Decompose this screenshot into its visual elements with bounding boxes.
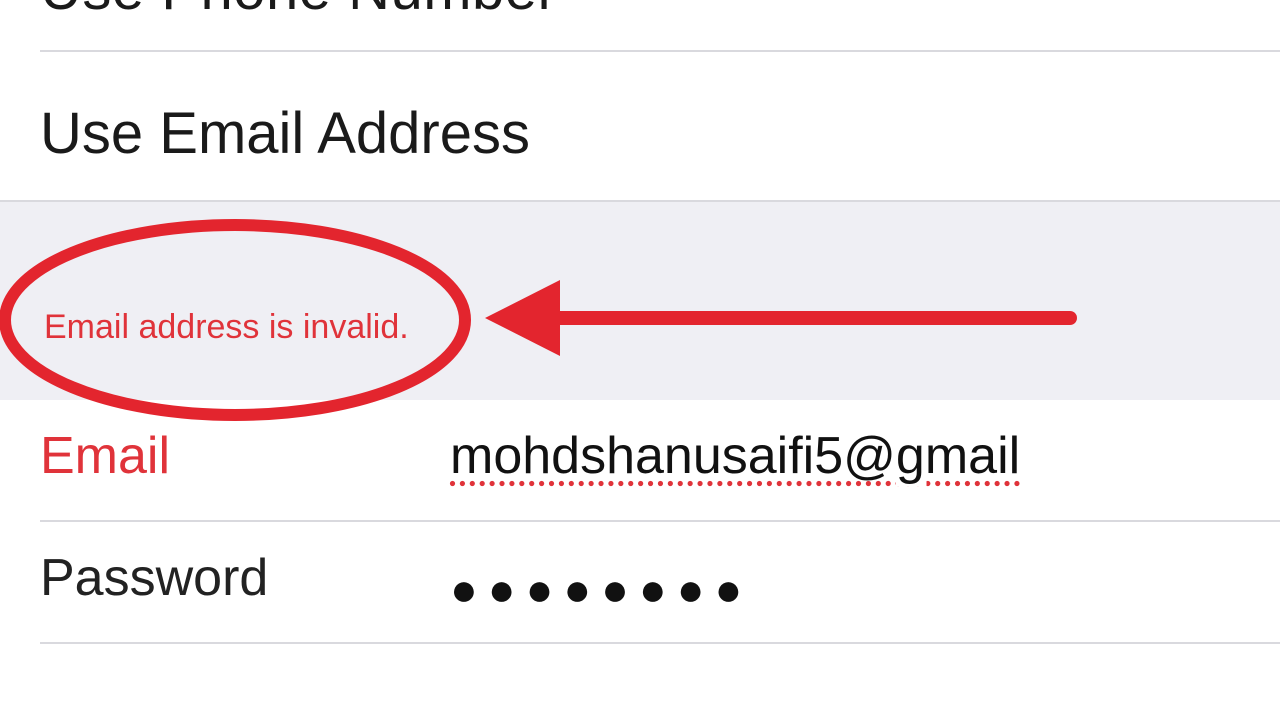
divider <box>40 50 1280 52</box>
password-input[interactable]: ●●●●●●●● <box>450 562 1270 616</box>
divider <box>40 642 1280 644</box>
email-label: Email <box>40 426 170 486</box>
use-email-option[interactable]: Use Email Address <box>40 100 530 167</box>
email-input[interactable]: mohdshanusaifi5@gmail <box>450 426 1270 486</box>
password-label: Password <box>40 548 268 608</box>
use-phone-option[interactable]: Use Phone Number <box>40 0 557 23</box>
top-section: Use Phone Number Use Email Address <box>0 0 1280 200</box>
settings-form-screen: Use Phone Number Use Email Address Email… <box>0 0 1280 720</box>
error-section <box>0 200 1280 404</box>
email-error-message: Email address is invalid. <box>44 308 409 347</box>
